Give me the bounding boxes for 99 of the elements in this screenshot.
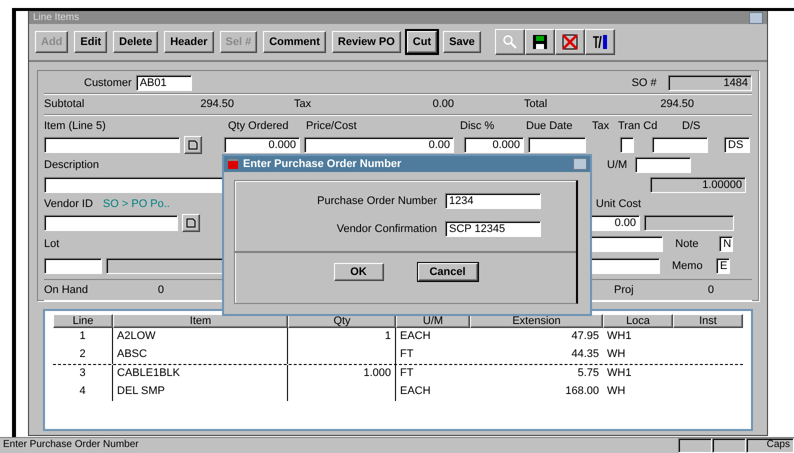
table-cell: CABLE1BLK bbox=[113, 365, 288, 383]
table-cell-text: WH bbox=[606, 384, 626, 399]
proj-value: 0 bbox=[706, 284, 714, 296]
ds-label: D/S bbox=[682, 120, 700, 132]
vendor-id-label: Vendor ID bbox=[44, 198, 93, 210]
ds-field[interactable]: DS bbox=[724, 137, 750, 153]
lookup-button[interactable] bbox=[184, 136, 202, 154]
table-cell-text: WH1 bbox=[606, 329, 632, 344]
qty-label: Qty Ordered bbox=[228, 120, 290, 132]
lot-label: Lot bbox=[44, 238, 60, 250]
close-button[interactable] bbox=[573, 158, 587, 170]
vendor-field[interactable] bbox=[44, 215, 178, 231]
unit-cost-label: Unit Cost bbox=[596, 198, 642, 210]
description-label: Description bbox=[44, 159, 100, 171]
close-button[interactable] bbox=[749, 12, 763, 24]
table-cell: 1 bbox=[288, 328, 396, 346]
table-cell-text: 47.95 bbox=[570, 329, 600, 344]
um-field[interactable] bbox=[635, 157, 692, 173]
table-cell-text: FT bbox=[399, 347, 414, 362]
on-hand-value: 0 bbox=[156, 284, 164, 296]
price-field[interactable]: 0.00 bbox=[304, 137, 454, 153]
lookup-icon bbox=[186, 218, 196, 228]
lookup-icon bbox=[188, 140, 198, 150]
search-icon bbox=[502, 34, 518, 50]
column-header[interactable]: Line bbox=[53, 314, 113, 328]
proj-label: Proj bbox=[614, 284, 635, 296]
customer-label: Customer bbox=[84, 77, 132, 89]
dialog-input[interactable]: 1234 bbox=[445, 193, 541, 209]
table-cell: ABSC bbox=[113, 346, 288, 364]
total-label: Tax bbox=[294, 98, 312, 110]
total-value: 294.50 bbox=[659, 98, 694, 110]
column-header[interactable]: Inst bbox=[673, 314, 743, 328]
table-cell-text: 44.35 bbox=[570, 347, 600, 362]
table-cell-text: WH bbox=[606, 347, 626, 362]
lookup-button[interactable] bbox=[182, 214, 200, 232]
tax-label: Tax bbox=[592, 120, 610, 132]
table-cell-text: EACH bbox=[399, 329, 432, 344]
table-cell-text: 5.75 bbox=[576, 366, 600, 381]
memo-label: Memo bbox=[672, 260, 704, 272]
tax-checkbox[interactable] bbox=[620, 137, 634, 153]
item-field[interactable] bbox=[44, 137, 180, 153]
conversion-factor-field: 1.00000 bbox=[650, 177, 746, 193]
tran-cd-field[interactable] bbox=[652, 137, 708, 153]
status-panel: Caps bbox=[746, 438, 794, 453]
tran-cd-label: Tran Cd bbox=[618, 120, 658, 132]
total-value: 0.00 bbox=[432, 98, 454, 110]
so-number-field: 1484 bbox=[668, 75, 752, 91]
toolbar-button[interactable]: Delete bbox=[113, 31, 158, 53]
total-label: Total bbox=[524, 98, 548, 110]
delete-button[interactable] bbox=[554, 29, 585, 55]
table-cell: 2 bbox=[53, 346, 113, 364]
save-button[interactable] bbox=[524, 29, 555, 55]
toolbar-button[interactable]: Cut bbox=[406, 31, 438, 53]
window-title: Line Items bbox=[33, 12, 80, 23]
dialog-title: Enter Purchase Order Number bbox=[243, 158, 402, 170]
dialog-button[interactable]: Cancel bbox=[418, 263, 478, 281]
due-date-label: Due Date bbox=[526, 120, 574, 132]
x-mark-icon bbox=[560, 34, 579, 50]
memo-field[interactable]: E bbox=[716, 258, 730, 274]
disc-field[interactable]: 0.000 bbox=[464, 137, 524, 153]
dialog-field-label: Vendor Confirmation bbox=[336, 223, 437, 235]
lot-field[interactable] bbox=[44, 258, 102, 274]
table-cell: 4 bbox=[53, 383, 113, 401]
qty-field[interactable]: 0.000 bbox=[224, 137, 300, 153]
search-button[interactable] bbox=[494, 29, 525, 55]
customer-field[interactable]: AB01 bbox=[136, 75, 192, 91]
toolbar-button[interactable]: Comment bbox=[263, 31, 326, 53]
column-header[interactable]: Item bbox=[113, 314, 288, 328]
toolbar-button[interactable]: Save bbox=[443, 31, 481, 53]
um-label: U/M bbox=[607, 159, 628, 171]
dialog-button[interactable]: OK bbox=[334, 263, 384, 281]
table-cell: DEL SMP bbox=[113, 383, 288, 401]
toolbar-button[interactable]: Edit bbox=[74, 31, 108, 53]
note-label: Note bbox=[675, 238, 700, 250]
dialog-input[interactable]: SCP 12345 bbox=[445, 221, 541, 237]
table-cell-text: WH1 bbox=[606, 366, 632, 381]
toolbar-button[interactable]: Header bbox=[164, 31, 214, 53]
app-icon bbox=[227, 158, 239, 170]
item-label: Item (Line 5) bbox=[44, 120, 107, 132]
note-field[interactable]: N bbox=[719, 236, 734, 252]
table-cell-text: 168.00 bbox=[564, 384, 600, 399]
status-message: Enter Purchase Order Number bbox=[2, 438, 140, 452]
dialog-field-label: Purchase Order Number bbox=[316, 195, 437, 207]
table-cell: 3 bbox=[53, 365, 113, 383]
disc-label: Disc % bbox=[460, 120, 496, 132]
on-hand-label: On Hand bbox=[44, 284, 90, 296]
table-cell-text: EACH bbox=[399, 384, 432, 399]
table-cell: 1 bbox=[53, 328, 113, 346]
table-cell-text: FT bbox=[399, 366, 414, 381]
toolbar-button[interactable]: Review PO bbox=[332, 31, 401, 53]
total-label: Subtotal bbox=[44, 98, 86, 110]
due-date-field[interactable] bbox=[528, 137, 586, 153]
table-cell: 1.000 bbox=[288, 365, 396, 383]
total-value: 294.50 bbox=[199, 98, 234, 110]
table-cell: A2LOW bbox=[113, 328, 288, 346]
column-header[interactable]: Loca bbox=[603, 314, 673, 328]
so-number-label: SO # bbox=[632, 77, 658, 89]
exit-button[interactable] bbox=[584, 29, 615, 55]
price-label: Price/Cost bbox=[306, 120, 358, 132]
